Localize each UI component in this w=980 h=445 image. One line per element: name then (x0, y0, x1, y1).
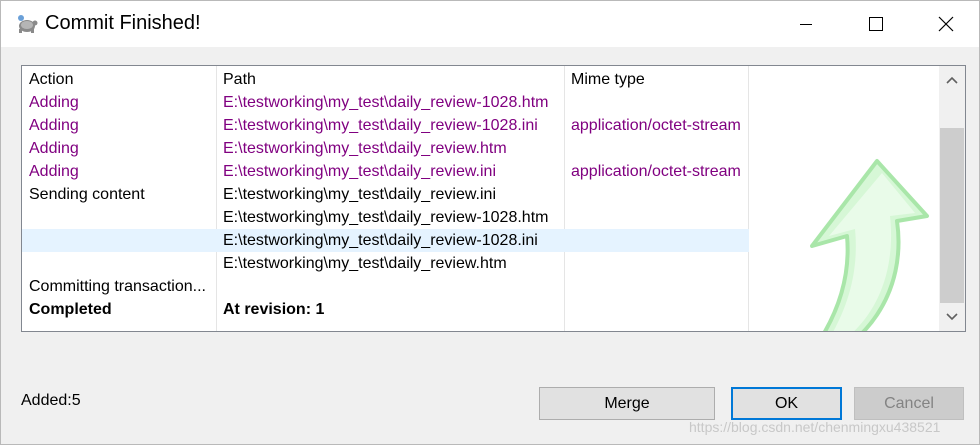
column-header-path[interactable]: Path (223, 70, 256, 89)
close-button[interactable] (923, 1, 969, 47)
list-item[interactable]: Adding E:\testworking\my_test\daily_revi… (22, 137, 749, 160)
success-arrow-icon (810, 159, 929, 331)
list-item[interactable]: Adding E:\testworking\my_test\daily_revi… (22, 160, 749, 183)
ok-button[interactable]: OK (731, 387, 842, 420)
path-cell: E:\testworking\my_test\daily_review.htm (223, 140, 507, 157)
watermark-text: https://blog.csdn.net/chenmingxu438521 (689, 419, 941, 435)
path-cell: E:\testworking\my_test\daily_review-1028… (223, 94, 549, 111)
list-item-hovered[interactable]: E:\testworking\my_test\daily_review-1028… (22, 229, 749, 252)
mime-cell: application/octet-stream (571, 163, 741, 180)
action-cell: Adding (29, 94, 79, 111)
cancel-button[interactable]: Cancel (854, 387, 964, 420)
commit-finished-dialog: Commit Finished! Action Path Mime type A… (0, 0, 980, 445)
chevron-up-icon (946, 76, 958, 84)
list-item[interactable]: E:\testworking\my_test\daily_review-1028… (22, 206, 749, 229)
action-cell: Adding (29, 163, 79, 180)
list-item[interactable]: Adding E:\testworking\my_test\daily_revi… (22, 114, 749, 137)
list-item[interactable]: Committing transaction... (22, 275, 749, 298)
list-item[interactable]: Completed At revision: 1 (22, 298, 749, 321)
path-cell: E:\testworking\my_test\daily_review-1028… (223, 117, 538, 134)
path-cell: E:\testworking\my_test\daily_review-1028… (223, 232, 538, 249)
path-cell: E:\testworking\my_test\daily_review.ini (223, 163, 496, 180)
maximize-button[interactable] (853, 1, 899, 47)
vertical-scrollbar[interactable] (939, 66, 965, 331)
list-item[interactable]: Adding E:\testworking\my_test\daily_revi… (22, 91, 749, 114)
close-icon (938, 16, 954, 32)
list-item[interactable]: Sending content E:\testworking\my_test\d… (22, 183, 749, 206)
column-header-action[interactable]: Action (29, 70, 73, 89)
commit-log-list[interactable]: Action Path Mime type Adding E:\testwork… (21, 65, 966, 332)
action-cell: Adding (29, 140, 79, 157)
action-cell: Committing transaction... (29, 278, 206, 295)
window-title: Commit Finished! (45, 12, 201, 34)
header-row: Action Path Mime type (22, 68, 749, 91)
scroll-up-button[interactable] (939, 66, 965, 94)
column-header-mime[interactable]: Mime type (571, 70, 645, 89)
maximize-icon (869, 17, 883, 31)
minimize-icon (800, 24, 812, 25)
path-cell: E:\testworking\my_test\daily_review.ini (223, 186, 496, 203)
list-item[interactable]: E:\testworking\my_test\daily_review.htm (22, 252, 749, 275)
minimize-button[interactable] (783, 1, 829, 47)
title-bar: Commit Finished! (1, 1, 979, 47)
scroll-thumb[interactable] (940, 128, 964, 303)
path-cell: E:\testworking\my_test\daily_review.htm (223, 255, 507, 272)
added-count: Added:5 (21, 392, 81, 409)
action-cell: Adding (29, 117, 79, 134)
action-cell: Sending content (29, 186, 145, 203)
merge-button[interactable]: Merge (539, 387, 715, 420)
tortoisesvn-icon (18, 15, 38, 33)
action-cell: Completed (29, 301, 112, 318)
scroll-down-button[interactable] (939, 303, 965, 331)
path-cell: E:\testworking\my_test\daily_review-1028… (223, 209, 549, 226)
mime-cell: application/octet-stream (571, 117, 741, 134)
path-cell: At revision: 1 (223, 301, 325, 318)
chevron-down-icon (946, 313, 958, 321)
